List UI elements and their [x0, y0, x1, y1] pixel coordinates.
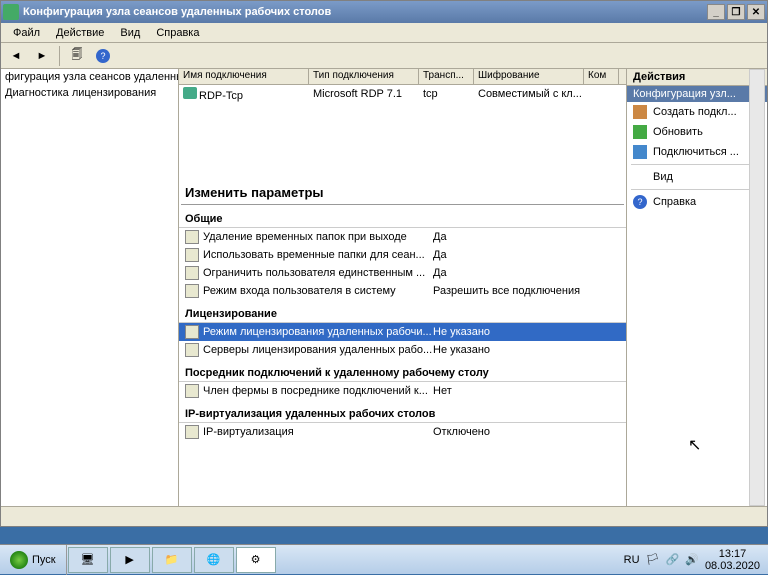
start-button[interactable]: Пуск [0, 545, 67, 575]
menu-action[interactable]: Действие [48, 25, 112, 41]
param-row[interactable]: Использовать временные папки для сеан...… [179, 246, 626, 264]
titlebar[interactable]: Конфигурация узла сеансов удаленных рабо… [1, 1, 767, 23]
connection-row[interactable]: RDP-Tcp Microsoft RDP 7.1 tcp Совместимы… [179, 85, 626, 103]
param-row[interactable]: Член фермы в посреднике подключений к...… [179, 382, 626, 400]
taskbar-server-manager[interactable]: 🖥 [68, 547, 108, 573]
doc-icon [185, 248, 199, 262]
actions-pane: Действия Конфигурация узл...▲ Создать по… [627, 69, 767, 506]
connections-list: Имя подключения Тип подключения Трансп..… [179, 69, 626, 179]
tree-item-config[interactable]: фигурация узла сеансов удаленны [1, 69, 178, 85]
doc-icon [185, 425, 199, 439]
action-help[interactable]: ?Справка [627, 192, 767, 212]
param-row[interactable]: Серверы лицензирования удаленных рабо...… [179, 341, 626, 359]
conn-transport: tcp [419, 87, 474, 101]
col-name[interactable]: Имя подключения [179, 69, 309, 84]
section-ipvirt: IP-виртуализация удаленных рабочих столо… [179, 404, 626, 423]
action-view[interactable]: Вид▸ [627, 167, 767, 187]
minimize-button[interactable]: _ [707, 4, 725, 20]
taskbar-rdsconfig[interactable]: ⚙ [236, 547, 276, 573]
taskbar-explorer[interactable]: 📁 [152, 547, 192, 573]
col-comment[interactable]: Ком [584, 69, 619, 84]
action-refresh[interactable]: Обновить [627, 122, 767, 142]
main-pane: Имя подключения Тип подключения Трансп..… [179, 69, 627, 506]
param-row[interactable]: Ограничить пользователя единственным ...… [179, 264, 626, 282]
toolbar: ◄ ► 🗐 ? [1, 43, 767, 69]
statusbar [1, 506, 767, 526]
window-title: Конфигурация узла сеансов удаленных рабо… [23, 6, 331, 18]
params-title: Изменить параметры [181, 179, 624, 205]
conn-type: Microsoft RDP 7.1 [309, 87, 419, 101]
taskbar: Пуск 🖥 ▶ 📁 🌐 ⚙ RU 🏳 🔗 🔊 13:17 08.03.2020 [0, 544, 768, 574]
tree-pane: фигурация узла сеансов удаленны Диагност… [1, 69, 179, 506]
refresh-icon [633, 125, 647, 139]
connection-icon [183, 87, 197, 99]
windows-orb-icon [10, 551, 28, 569]
tree-item-licensing-diag[interactable]: Диагностика лицензирования [1, 85, 178, 101]
section-general: Общие [179, 209, 626, 228]
content-area: фигурация узла сеансов удаленны Диагност… [1, 69, 767, 506]
blank-icon [633, 170, 647, 184]
clock[interactable]: 13:17 08.03.2020 [705, 548, 760, 572]
wizard-icon [633, 105, 647, 119]
parameters-pane: Изменить параметры Общие Удаление времен… [179, 179, 626, 506]
tray-flag-icon[interactable]: 🏳 [646, 553, 660, 566]
doc-icon [185, 325, 199, 339]
col-encryption[interactable]: Шифрование [474, 69, 584, 84]
refresh-icon[interactable]: 🗐 [66, 45, 88, 67]
param-row[interactable]: Режим входа пользователя в системуРазреш… [179, 282, 626, 300]
doc-icon [185, 384, 199, 398]
menu-file[interactable]: Файл [5, 25, 48, 41]
menu-view[interactable]: Вид [112, 25, 148, 41]
main-window: Конфигурация узла сеансов удаленных рабо… [0, 0, 768, 527]
language-indicator[interactable]: RU [624, 554, 640, 566]
menubar: Файл Действие Вид Справка [1, 23, 767, 43]
grid-header: Имя подключения Тип подключения Трансп..… [179, 69, 626, 85]
help-icon: ? [633, 195, 647, 209]
help-icon[interactable]: ? [92, 45, 114, 67]
tray-volume-icon[interactable]: 🔊 [685, 553, 699, 566]
doc-icon [185, 266, 199, 280]
doc-icon [185, 284, 199, 298]
system-tray: RU 🏳 🔗 🔊 13:17 08.03.2020 [616, 548, 768, 572]
actions-header: Действия [627, 69, 767, 86]
doc-icon [185, 230, 199, 244]
tray-network-icon[interactable]: 🔗 [666, 553, 680, 566]
actions-subheader[interactable]: Конфигурация узл...▲ [627, 86, 767, 102]
menu-help[interactable]: Справка [148, 25, 207, 41]
section-licensing: Лицензирование [179, 304, 626, 323]
scrollbar[interactable] [749, 69, 765, 506]
close-button[interactable]: ✕ [747, 4, 765, 20]
action-create-connection[interactable]: Создать подкл... [627, 102, 767, 122]
param-row-selected[interactable]: Режим лицензирования удаленных рабочи...… [179, 323, 626, 341]
col-transport[interactable]: Трансп... [419, 69, 474, 84]
taskbar-app1[interactable]: 🌐 [194, 547, 234, 573]
app-icon [3, 4, 19, 20]
param-row[interactable]: Удаление временных папок при выходеДа [179, 228, 626, 246]
doc-icon [185, 343, 199, 357]
maximize-button[interactable]: ❐ [727, 4, 745, 20]
forward-button[interactable]: ► [31, 45, 53, 67]
section-broker: Посредник подключений к удаленному рабоч… [179, 363, 626, 382]
conn-encryption: Совместимый с кл... [474, 87, 584, 101]
col-type[interactable]: Тип подключения [309, 69, 419, 84]
param-row[interactable]: IP-виртуализацияОтключено [179, 423, 626, 441]
connect-icon [633, 145, 647, 159]
conn-name: RDP-Tcp [199, 90, 243, 102]
taskbar-powershell[interactable]: ▶ [110, 547, 150, 573]
action-connect[interactable]: Подключиться ... [627, 142, 767, 162]
back-button[interactable]: ◄ [5, 45, 27, 67]
